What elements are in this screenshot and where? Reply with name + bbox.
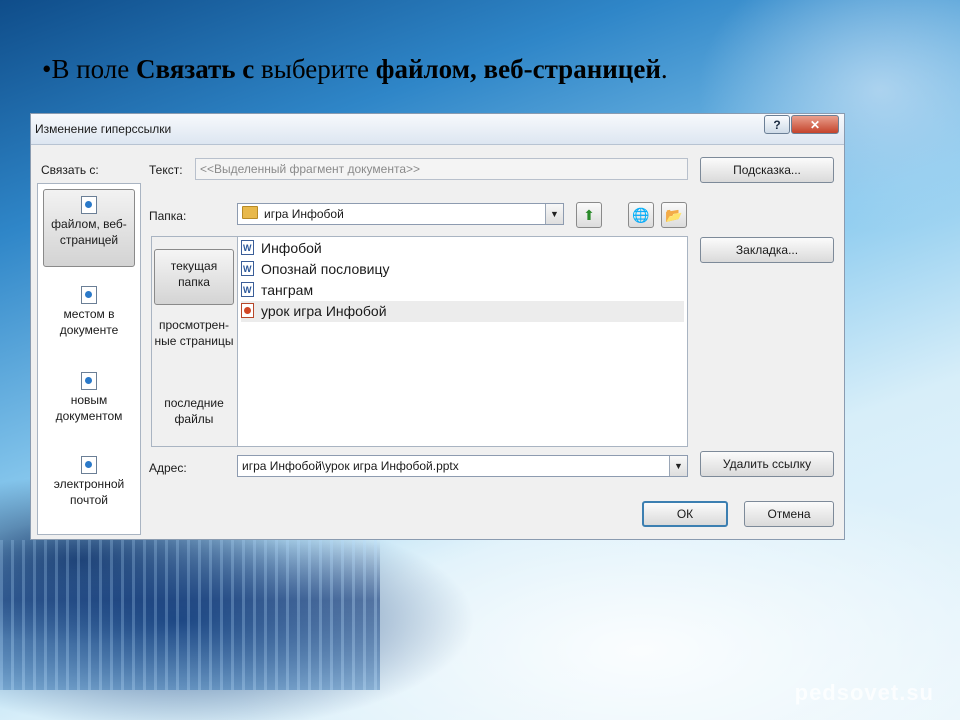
link-to-file-web-page-label: файлом, веб-страницей — [51, 217, 127, 247]
up-folder-icon: ⬆ — [583, 207, 595, 223]
word-document-icon — [241, 280, 254, 301]
link-to-place-in-document[interactable]: местом в документе — [43, 280, 135, 344]
heading-part-2: Связать с — [136, 54, 255, 84]
email-icon — [81, 456, 97, 474]
browse-file-button[interactable]: 📂 — [661, 202, 687, 228]
file-row[interactable]: Инфобой — [241, 238, 684, 259]
nav-browsed-pages[interactable]: просмотрен-ные страницы — [154, 317, 234, 369]
folder-value: игра Инфобой — [264, 207, 344, 221]
file-name: Инфобой — [261, 240, 322, 256]
remove-link-button[interactable]: Удалить ссылку — [700, 451, 834, 477]
file-name: танграм — [261, 282, 314, 298]
ok-button[interactable]: ОК — [642, 501, 728, 527]
folder-icon — [242, 206, 258, 219]
browse-web-button[interactable]: 🌐 — [628, 202, 654, 228]
screentip-button[interactable]: Подсказка... — [700, 157, 834, 183]
dialog-titlebar: Изменение гиперссылки ? ✕ — [31, 114, 844, 145]
link-to-file-web-page[interactable]: файлом, веб-страницей — [43, 189, 135, 267]
link-to-email-label: электронной почтой — [53, 477, 125, 507]
link-to-new-document[interactable]: новым документом — [43, 366, 135, 430]
heading-part-5: . — [660, 54, 668, 84]
address-label: Адрес: — [149, 461, 187, 475]
document-place-icon — [81, 286, 97, 304]
heading-part-4: файлом, веб-страницей — [375, 54, 661, 84]
text-to-display-field[interactable]: <<Выделенный фрагмент документа>> — [195, 158, 688, 180]
up-folder-button[interactable]: ⬆ — [576, 202, 602, 228]
cancel-button[interactable]: Отмена — [744, 501, 834, 527]
help-button[interactable]: ? — [764, 115, 790, 134]
nav-recent-files[interactable]: последние файлы — [154, 395, 234, 431]
file-list: Инфобой Опознай пословицу танграм урок и… — [237, 236, 688, 447]
nav-browsed-pages-label: просмотрен-ные страницы — [154, 318, 234, 348]
link-to-bar: файлом, веб-страницей местом в документе… — [37, 183, 141, 535]
nav-current-folder[interactable]: текущая папка — [154, 249, 234, 305]
nav-recent-files-label: последние файлы — [164, 396, 224, 426]
dialog-title: Изменение гиперссылки — [35, 122, 172, 136]
file-row[interactable]: танграм — [241, 280, 684, 301]
folder-label: Папка: — [149, 209, 187, 223]
text-label: Текст: — [149, 163, 183, 177]
edit-hyperlink-dialog: Изменение гиперссылки ? ✕ Связать с: фай… — [30, 113, 845, 540]
address-field[interactable]: игра Инфобой\урок игра Инфобой.pptx ▼ — [237, 455, 688, 477]
web-page-icon — [81, 196, 97, 214]
link-to-place-label: местом в документе — [59, 307, 119, 337]
file-name: урок игра Инфобой — [261, 303, 387, 319]
file-row[interactable]: Опознай пословицу — [241, 259, 684, 280]
link-to-label: Связать с: — [41, 163, 99, 177]
globe-search-icon: 🌐 — [632, 207, 650, 223]
chevron-down-icon[interactable]: ▼ — [669, 456, 687, 476]
close-button[interactable]: ✕ — [791, 115, 839, 134]
powerpoint-document-icon — [241, 303, 254, 318]
file-row[interactable]: урок игра Инфобой — [241, 301, 684, 322]
new-document-icon — [81, 372, 97, 390]
address-value: игра Инфобой\урок игра Инфобой.pptx — [242, 459, 459, 473]
bookmark-button[interactable]: Закладка... — [700, 237, 834, 263]
slide-heading: •В поле Связать с выберите файлом, веб-с… — [42, 54, 922, 85]
word-document-icon — [241, 238, 254, 259]
background-cityscape — [0, 540, 380, 690]
nav-current-folder-label: текущая папка — [170, 259, 218, 289]
heading-part-1: В поле — [51, 54, 137, 84]
link-to-email[interactable]: электронной почтой — [43, 450, 135, 514]
open-folder-icon: 📂 — [665, 207, 683, 223]
chevron-down-icon[interactable]: ▼ — [545, 204, 563, 224]
word-document-icon — [241, 259, 254, 280]
folder-dropdown[interactable]: игра Инфобой ▼ — [237, 203, 564, 225]
watermark-logo: pedsovet.su — [794, 680, 934, 705]
heading-part-3: выберите — [254, 54, 376, 84]
file-name: Опознай пословицу — [261, 261, 390, 277]
link-to-new-document-label: новым документом — [55, 393, 123, 423]
look-in-pane: текущая папка просмотрен-ные страницы по… — [151, 236, 237, 447]
